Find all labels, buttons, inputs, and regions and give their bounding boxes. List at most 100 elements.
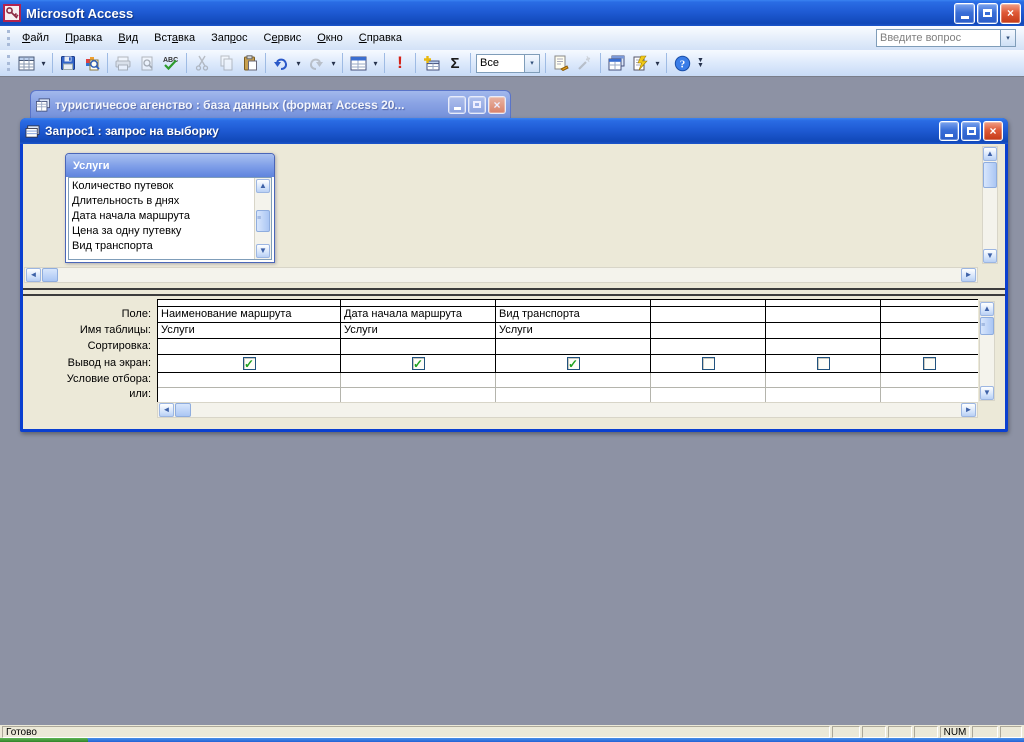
grid-hscrollbar[interactable]: ◄ ► [157,402,978,418]
table-cell[interactable]: Услуги [496,323,651,338]
query-close-button[interactable]: × [983,121,1003,141]
view-datasheet-button[interactable] [14,52,38,74]
table-cell[interactable]: Услуги [158,323,341,338]
field-cell[interactable] [651,307,766,322]
file-search-button[interactable] [80,52,104,74]
show-table-button[interactable] [419,52,443,74]
table-cell[interactable] [766,323,881,338]
menu-insert[interactable]: Вставка [146,28,203,48]
sort-cell[interactable] [341,339,496,354]
query-type-button[interactable] [346,52,370,74]
criteria-cell[interactable] [496,373,651,387]
sort-cell[interactable] [651,339,766,354]
show-checkbox[interactable]: ✓ [923,357,936,370]
show-checkbox[interactable]: ✓ [411,357,425,370]
app-close-button[interactable]: × [1000,2,1021,24]
show-checkbox[interactable]: ✓ [242,357,256,370]
scrollbar-thumb[interactable]: ≡ [256,210,270,232]
table-cell[interactable] [881,323,978,338]
view-dropdown-icon[interactable]: ▾ [38,59,49,68]
new-object-dropdown-icon[interactable]: ▾ [652,59,663,68]
app-restore-button[interactable] [977,2,998,24]
show-checkbox[interactable]: ✓ [816,357,830,370]
sort-cell[interactable] [158,339,341,354]
ask-question-dropdown-icon[interactable]: ▾ [1000,30,1015,46]
field-list-item[interactable]: Вид транспорта [69,239,254,254]
field-cell[interactable] [881,307,978,322]
scroll-left-icon[interactable]: ◄ [159,403,174,417]
scroll-down-icon[interactable]: ▼ [980,386,994,400]
top-pane-vscrollbar[interactable]: ▲ ▼ [982,146,998,264]
scrollbar-thumb[interactable] [175,403,191,417]
scroll-right-icon[interactable]: ► [961,403,976,417]
scroll-down-icon[interactable]: ▼ [256,244,270,258]
help-button[interactable]: ? [670,52,694,74]
scrollbar-thumb[interactable]: ≡ [980,317,994,335]
menu-file[interactable]: Файл [14,28,57,48]
totals-button[interactable]: Σ [443,52,467,74]
query-type-dropdown-icon[interactable]: ▾ [370,59,381,68]
field-cell[interactable]: Наименование маршрута [158,307,341,322]
database-minimize-button[interactable] [448,95,466,114]
criteria-cell[interactable] [341,373,496,387]
field-cell[interactable] [766,307,881,322]
scrollbar-thumb[interactable] [42,268,58,282]
menu-edit[interactable]: Правка [57,28,110,48]
field-list-titlebar[interactable]: Услуги [66,154,274,177]
or-cell[interactable] [651,388,766,402]
field-cell[interactable]: Дата начала маршрута [341,307,496,322]
field-list-window[interactable]: Услуги Количество путевок Длительность в… [65,153,275,263]
properties-button[interactable] [549,52,573,74]
top-values-combo[interactable]: Все ▾ [476,53,540,73]
table-cell[interactable]: Услуги [341,323,496,338]
scroll-up-icon[interactable]: ▲ [983,147,997,161]
grid-selector-row[interactable] [158,300,978,307]
menu-query[interactable]: Запрос [203,28,255,48]
menu-view[interactable]: Вид [110,28,146,48]
query-window-titlebar[interactable]: Запрос1 : запрос на выборку × [20,118,1008,144]
show-checkbox[interactable]: ✓ [566,357,580,370]
scroll-up-icon[interactable]: ▲ [980,302,994,316]
or-cell[interactable] [158,388,341,402]
field-list-scrollbar[interactable]: ▲ ≡ ▼ [254,178,271,259]
field-list-item[interactable]: Цена за одну путевку [69,224,254,239]
grid-vscrollbar[interactable]: ▲ ≡ ▼ [979,301,995,401]
database-close-button[interactable]: × [488,95,506,114]
or-cell[interactable] [496,388,651,402]
sort-cell[interactable] [496,339,651,354]
show-checkbox[interactable]: ✓ [701,357,715,370]
scroll-up-icon[interactable]: ▲ [256,179,270,193]
new-object-button[interactable] [628,52,652,74]
criteria-cell[interactable] [158,373,341,387]
menu-help[interactable]: Справка [351,28,410,48]
menubar-drag-handle[interactable] [7,30,11,46]
or-cell[interactable] [881,388,978,402]
start-button[interactable] [0,738,88,742]
top-pane-hscrollbar[interactable]: ◄ ► [24,267,978,283]
top-values-dropdown-icon[interactable]: ▾ [524,54,539,72]
database-maximize-button[interactable] [468,95,486,114]
criteria-cell[interactable] [766,373,881,387]
run-button[interactable]: ! [388,52,412,74]
scroll-left-icon[interactable]: ◄ [26,268,41,282]
windows-taskbar[interactable] [0,738,1024,742]
or-cell[interactable] [766,388,881,402]
toolbar-drag-handle[interactable] [7,55,11,71]
database-window-button[interactable] [604,52,628,74]
field-list-item[interactable]: Количество путевок [69,179,254,194]
field-list-item[interactable]: Дата начала маршрута [69,209,254,224]
paste-button[interactable] [238,52,262,74]
pane-splitter[interactable] [23,288,1005,296]
scrollbar-thumb[interactable] [983,162,997,188]
or-cell[interactable] [341,388,496,402]
undo-button[interactable] [269,52,293,74]
menu-window[interactable]: Окно [309,28,351,48]
database-window-titlebar[interactable]: туристичесое агенство : база данных (фор… [30,90,511,118]
ask-question-input[interactable]: Введите вопрос ▾ [876,29,1016,47]
criteria-cell[interactable] [881,373,978,387]
scroll-right-icon[interactable]: ► [961,268,976,282]
save-button[interactable] [56,52,80,74]
app-minimize-button[interactable] [954,2,975,24]
app-titlebar[interactable]: Microsoft Access × [0,0,1024,26]
sort-cell[interactable] [766,339,881,354]
